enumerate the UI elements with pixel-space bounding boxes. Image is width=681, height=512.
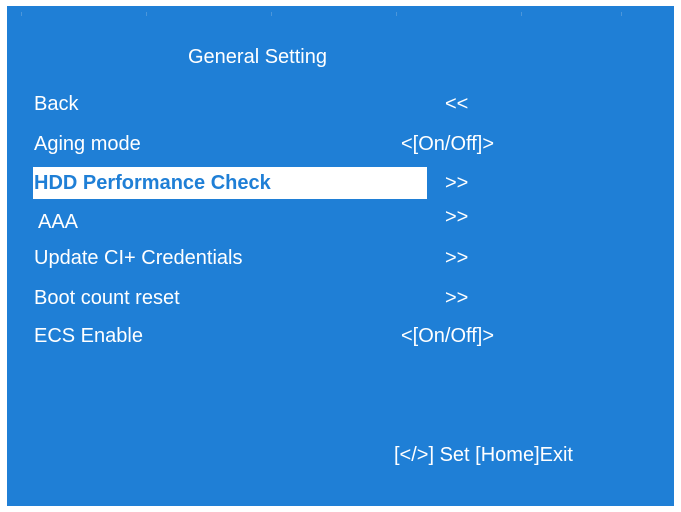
osd-menu-panel: General Setting Back << Aging mode <[On/… [7,6,674,506]
top-tick-mark [621,12,622,16]
aaa-arrow[interactable]: >> [445,206,468,229]
menu-item-label: Back [34,93,79,115]
menu-item-ecs-enable[interactable]: ECS Enable [33,320,427,352]
menu-item-aaa[interactable]: AAA [33,206,427,238]
top-tick-mark [146,12,147,16]
menu-item-label: Update CI+ Credentials [34,247,243,269]
top-tick-mark [271,12,272,16]
menu-item-boot-count-reset[interactable]: Boot count reset [33,282,427,314]
menu-item-label: HDD Performance Check [34,172,271,194]
ecs-enable-toggle[interactable]: <[On/Off]> [401,325,494,348]
top-tick-mark [396,12,397,16]
menu-item-label: AAA [38,211,79,233]
menu-item-label: Aging mode [34,133,141,155]
key-hint-footer: [</>] Set [Home]Exit [394,444,573,466]
boot-count-reset-arrow[interactable]: >> [445,287,468,310]
menu-title: General Setting [188,46,327,68]
menu-item-back[interactable]: Back [33,88,427,120]
top-tick-mark [21,12,22,16]
menu-item-aging-mode[interactable]: Aging mode [33,128,427,160]
menu-item-label: ECS Enable [34,325,143,347]
menu-item-back-arrow[interactable]: << [445,93,468,116]
hdd-performance-check-arrow[interactable]: >> [445,172,468,195]
top-tick-mark [521,12,522,16]
menu-item-hdd-performance-check[interactable]: HDD Performance Check [33,167,427,199]
update-ci-credentials-arrow[interactable]: >> [445,247,468,270]
aging-mode-toggle[interactable]: <[On/Off]> [401,133,494,156]
menu-item-update-ci-credentials[interactable]: Update CI+ Credentials [33,242,427,274]
menu-item-label: Boot count reset [34,287,180,309]
